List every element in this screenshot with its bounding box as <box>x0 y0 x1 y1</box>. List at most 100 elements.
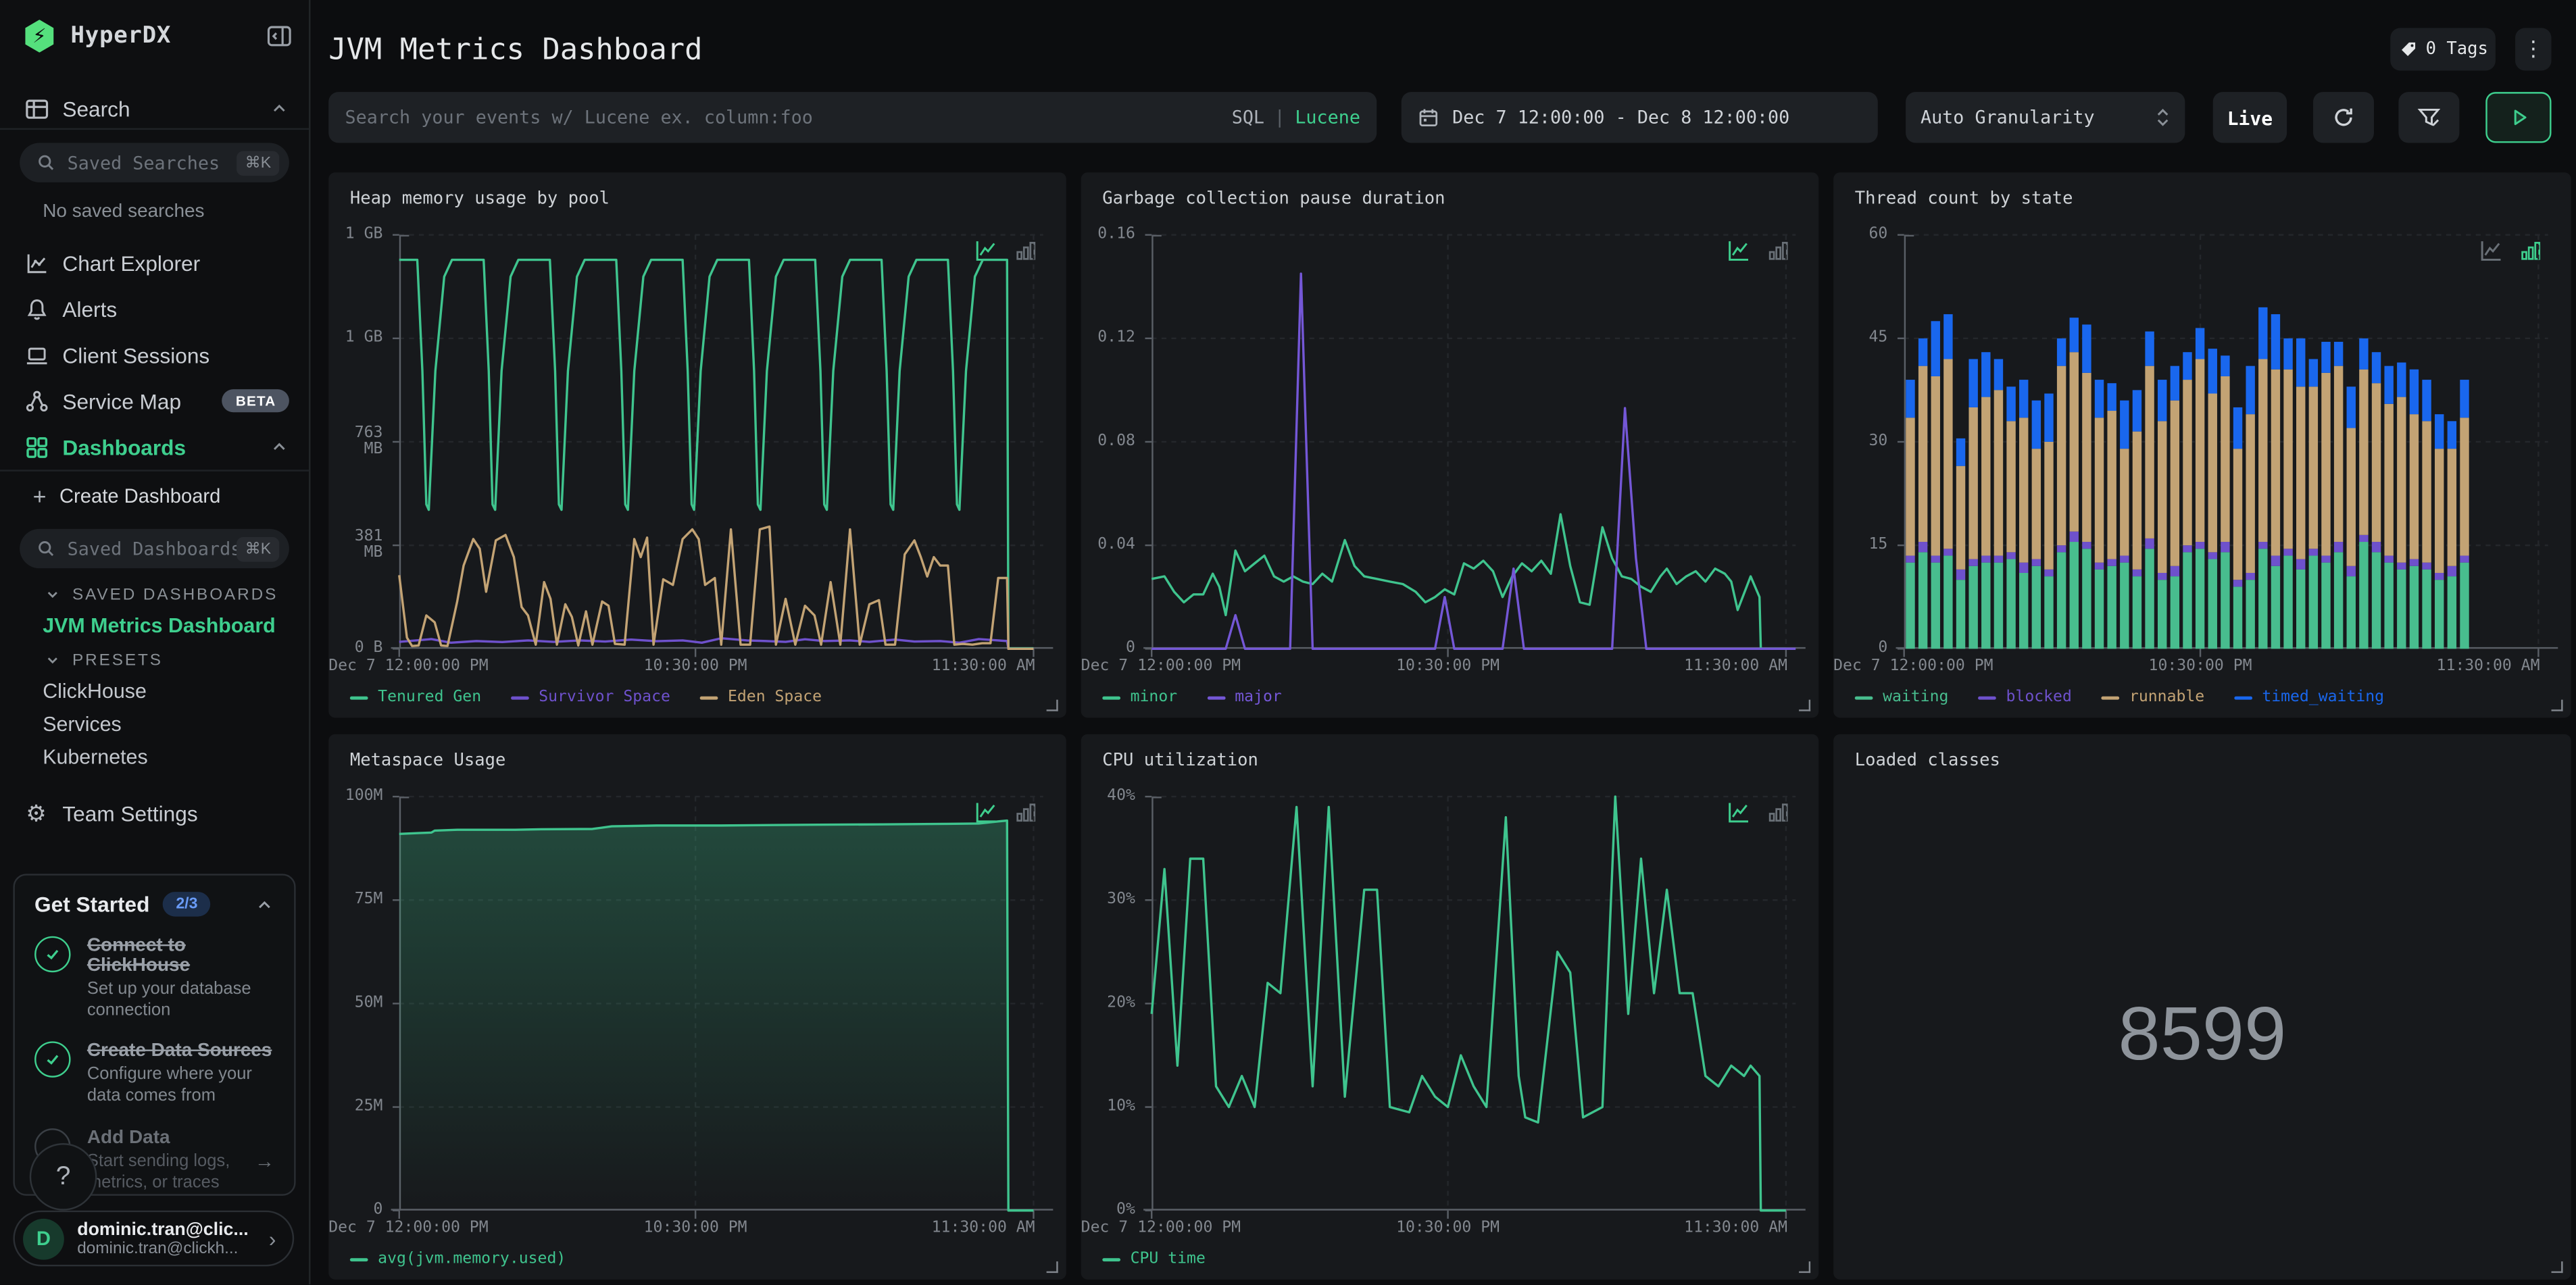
chart-panel-loaded-classes: Loaded classes 8599 <box>1833 734 2571 1280</box>
x-axis-labels: Dec 7 12:00:00 PM 10:30:00 PM 11:30:00 AM <box>328 1218 1035 1237</box>
dashboard-item-services[interactable]: Services <box>43 708 122 741</box>
group-presets[interactable]: PRESETS <box>45 645 163 675</box>
search-icon <box>36 538 55 558</box>
sidebar-item-label: Search <box>62 96 130 121</box>
brand-name: HyperDX <box>70 23 172 49</box>
lucene-option[interactable]: Lucene <box>1295 107 1360 128</box>
beta-badge: BETA <box>222 389 289 413</box>
plot-area[interactable] <box>1143 234 1806 657</box>
chart-panel-gc-pause: Garbage collection pause duration 0.16 0.… <box>1081 172 1819 718</box>
chart-panel-cpu-utilization: CPU utilization 40% 30% 20% 10% 0% Dec 7 12:… <box>1081 734 1819 1280</box>
chevron-down-icon <box>47 592 57 599</box>
sidebar-item-client-sessions[interactable]: Client Sessions <box>0 332 309 378</box>
help-button[interactable]: ? <box>29 1143 97 1211</box>
chevron-up-icon[interactable] <box>270 437 289 457</box>
saved-searches-input[interactable] <box>67 151 237 174</box>
calendar-icon <box>1418 107 1439 128</box>
hyperdx-logo-icon: ⚡ <box>25 20 54 53</box>
plot-area[interactable] <box>1896 234 2558 657</box>
sidebar-item-alerts[interactable]: Alerts <box>0 286 309 332</box>
query-language-toggle[interactable]: SQL | Lucene <box>1232 107 1360 128</box>
chevron-down-icon <box>47 657 57 664</box>
refresh-icon <box>2335 108 2352 126</box>
no-saved-searches-note: No saved searches <box>43 202 205 222</box>
get-started-title: Get Started <box>34 892 150 917</box>
y-axis-labels: 0.16 0.12 0.08 0.04 0 <box>1097 225 1135 657</box>
divider <box>0 128 309 130</box>
run-query-button[interactable] <box>2485 92 2552 143</box>
event-search-input[interactable] <box>345 107 1232 128</box>
toggle-divider: | <box>1274 107 1285 128</box>
chevron-up-icon[interactable] <box>255 895 274 914</box>
plus-icon: + <box>32 482 47 509</box>
check-circle-icon <box>34 1041 71 1078</box>
tag-icon <box>2400 42 2414 56</box>
sidebar-item-service-map[interactable]: Service Map BETA <box>0 378 309 424</box>
saved-searches-search[interactable]: ⌘K <box>20 143 289 182</box>
brand-row: ⚡ HyperDX <box>23 16 293 55</box>
sidebar-item-label: Client Sessions <box>62 342 210 368</box>
dashboard-item-jvm-metrics[interactable]: JVM Metrics Dashboard <box>43 609 276 642</box>
live-button[interactable]: Live <box>2212 92 2287 143</box>
resize-handle[interactable] <box>1799 699 1811 711</box>
sidebar-item-chart-explorer[interactable]: Chart Explorer <box>0 240 309 286</box>
sidebar-collapse-icon[interactable] <box>266 23 293 49</box>
plot-area[interactable] <box>391 795 1054 1219</box>
saved-dashboards-search[interactable]: ⌘K <box>20 528 289 569</box>
resize-handle[interactable] <box>1799 1261 1811 1274</box>
user-account-button[interactable]: D dominic.tran@clic... dominic.tran@clic… <box>13 1210 295 1267</box>
dashboard-item-clickhouse[interactable]: ClickHouse <box>43 675 147 708</box>
get-started-step-connect[interactable]: Connect to ClickHouse Set up your databa… <box>34 936 274 1022</box>
saved-dashboards-input[interactable] <box>67 538 237 559</box>
filter-edit-icon <box>2417 108 2441 126</box>
event-search-bar: SQL | Lucene <box>328 92 1377 143</box>
search-icon <box>36 153 55 172</box>
select-chevrons-icon <box>2156 108 2171 126</box>
sidebar-item-team-settings[interactable]: ⚙ Team Settings <box>0 790 309 836</box>
arrow-right-icon: → <box>254 1149 274 1172</box>
dashboard-item-kubernetes[interactable]: Kubernetes <box>43 740 147 774</box>
resize-handle[interactable] <box>1046 699 1058 711</box>
page-title: JVM Metrics Dashboard <box>328 32 703 68</box>
kebab-menu-button[interactable]: ⋮ <box>2515 28 2552 71</box>
resize-handle[interactable] <box>2551 1261 2563 1274</box>
resize-handle[interactable] <box>1046 1261 1058 1274</box>
resize-handle[interactable] <box>2551 699 2563 711</box>
x-axis-labels: Dec 7 12:00:00 PM 10:30:00 PM 11:30:00 AM <box>1833 657 2540 676</box>
divider <box>0 470 309 472</box>
sidebar-item-label: Team Settings <box>62 801 198 826</box>
granularity-select[interactable]: Auto Granularity <box>1906 92 2185 143</box>
filter-button[interactable] <box>2398 92 2460 143</box>
granularity-value: Auto Granularity <box>1920 107 2095 128</box>
chart-title: Metaspace Usage <box>349 751 506 771</box>
date-range-value: Dec 7 12:00:00 - Dec 8 12:00:00 <box>1452 107 1790 128</box>
chart-explorer-icon <box>23 250 49 276</box>
sidebar-item-search[interactable]: Search <box>0 85 309 131</box>
sidebar: ⚡ HyperDX Search ⌘K No saved searches <box>0 0 311 1285</box>
tags-button[interactable]: 0 Tags <box>2390 28 2496 71</box>
refresh-button[interactable] <box>2313 92 2374 143</box>
plot-area[interactable] <box>391 234 1054 657</box>
sql-option[interactable]: SQL <box>1232 107 1264 128</box>
sidebar-item-dashboards[interactable]: Dashboards <box>0 424 309 470</box>
group-saved-dashboards[interactable]: SAVED DASHBOARDS <box>45 580 278 609</box>
group-label: SAVED DASHBOARDS <box>72 585 278 604</box>
sidebar-item-label: Dashboards <box>62 434 187 459</box>
create-dashboard-button[interactable]: + Create Dashboard <box>33 476 221 515</box>
plot-area[interactable] <box>1143 795 1806 1219</box>
chart-title: Thread count by state <box>1854 188 2073 209</box>
chart-legend: Tenured Gen Survivor Space Eden Space <box>349 688 822 706</box>
shortcut-badge: ⌘K <box>237 536 280 561</box>
sidebar-item-label: Service Map <box>62 388 182 413</box>
chevron-up-icon[interactable] <box>270 99 289 118</box>
date-range-picker[interactable]: Dec 7 12:00:00 - Dec 8 12:00:00 <box>1401 92 1878 143</box>
user-name: dominic.tran@clic... <box>77 1219 249 1240</box>
step-title: Connect to ClickHouse <box>86 936 191 976</box>
avatar: D <box>23 1217 64 1259</box>
get-started-step-datasources[interactable]: Create Data Sources Configure where your… <box>34 1041 274 1108</box>
chevron-right-icon: › <box>268 1226 276 1251</box>
laptop-icon <box>23 342 49 368</box>
step-title: Add Data <box>86 1127 170 1148</box>
y-axis-labels: 1 GB 1 GB 763 MB 381 MB 0 B <box>345 225 383 657</box>
step-subtitle: Start sending logs, metrics, or traces <box>86 1151 230 1192</box>
